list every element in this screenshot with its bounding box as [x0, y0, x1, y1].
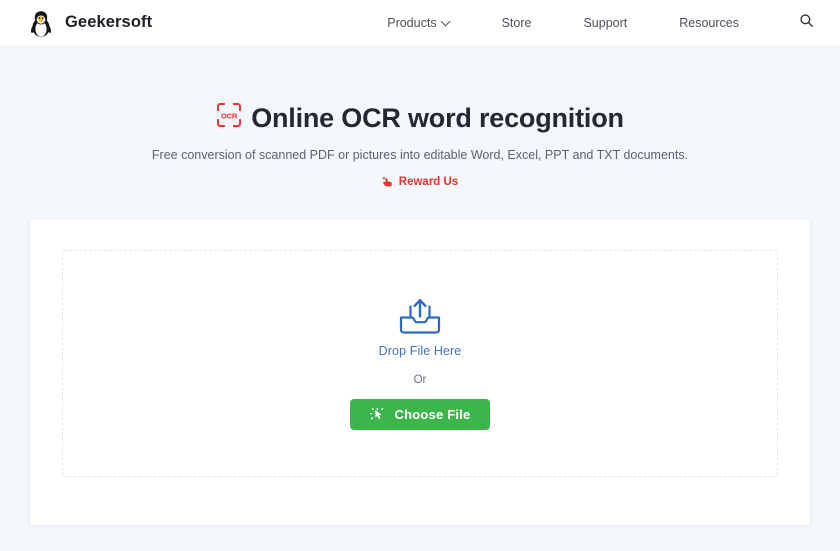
brand-name: Geekersoft [65, 13, 153, 31]
penguin-logo-icon [26, 8, 56, 38]
nav-item-label: Support [583, 15, 628, 30]
or-separator-label: Or [413, 374, 427, 386]
site-header: Geekersoft Products Store Support Resour… [0, 0, 840, 45]
brand-logo-link[interactable]: Geekersoft [26, 8, 152, 38]
reward-us-label: Reward Us [398, 176, 459, 189]
page-title: OCR Online OCR word recognition [0, 101, 840, 134]
page-title-text: Online OCR word recognition [251, 102, 624, 133]
nav-item-store[interactable]: Store [476, 10, 558, 36]
nav-item-label: Products [387, 15, 437, 30]
ocr-scan-icon: OCR [216, 101, 242, 134]
upload-card: Drop File Here Or Choose File [30, 220, 810, 525]
reward-us-link[interactable]: Reward Us [382, 176, 458, 188]
search-button[interactable] [795, 9, 818, 37]
nav-item-label: Resources [679, 15, 739, 30]
nav-item-support[interactable]: Support [557, 10, 653, 36]
hero-section: OCR Online OCR word recognition Free con… [0, 45, 840, 193]
main-navigation: Products Store Support Resources [361, 9, 818, 37]
page-subtitle: Free conversion of scanned PDF or pictur… [151, 148, 689, 163]
nav-item-products[interactable]: Products [361, 10, 475, 36]
cursor-click-icon [369, 407, 386, 423]
file-dropzone[interactable]: Drop File Here Or Choose File [62, 250, 778, 477]
choose-file-button[interactable]: Choose File [349, 399, 491, 430]
search-icon [799, 13, 814, 33]
dropzone-label: Drop File Here [378, 344, 462, 358]
nav-item-label: Store [501, 15, 532, 30]
choose-file-label: Choose File [394, 407, 471, 422]
chevron-down-icon [442, 18, 450, 26]
nav-item-resources[interactable]: Resources [653, 10, 765, 36]
reward-hand-icon [382, 176, 394, 188]
svg-text:OCR: OCR [221, 111, 238, 120]
upload-tray-icon [397, 297, 443, 335]
